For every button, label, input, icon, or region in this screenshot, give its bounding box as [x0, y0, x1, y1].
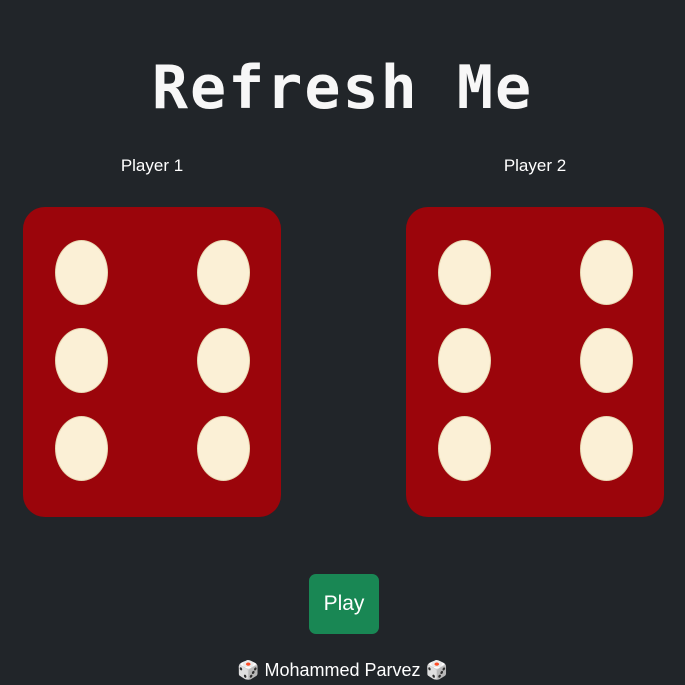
die-pip: [197, 328, 250, 393]
die-pip: [580, 328, 633, 393]
die-pip: [55, 240, 108, 305]
player-2-die: [406, 207, 664, 517]
die-pip: [438, 328, 491, 393]
dice-icon: 🎲: [425, 660, 448, 681]
player-1-label: Player 1: [120, 156, 184, 175]
die-pip: [438, 240, 491, 305]
die-pip: [197, 240, 250, 305]
page-title: Refresh Me: [151, 53, 534, 123]
author-name: Mohammed Parvez: [264, 660, 421, 680]
dice-icon: 🎲: [237, 660, 260, 681]
die-pip: [55, 328, 108, 393]
die-pip: [197, 416, 250, 481]
footer-credit: 🎲 Mohammed Parvez 🎲: [0, 658, 685, 683]
player-1-die: [23, 207, 281, 517]
die-pip: [55, 416, 108, 481]
die-pip: [580, 416, 633, 481]
play-button[interactable]: Play: [309, 574, 379, 634]
die-pip: [580, 240, 633, 305]
player-2-label: Player 2: [503, 156, 567, 175]
die-pip: [438, 416, 491, 481]
